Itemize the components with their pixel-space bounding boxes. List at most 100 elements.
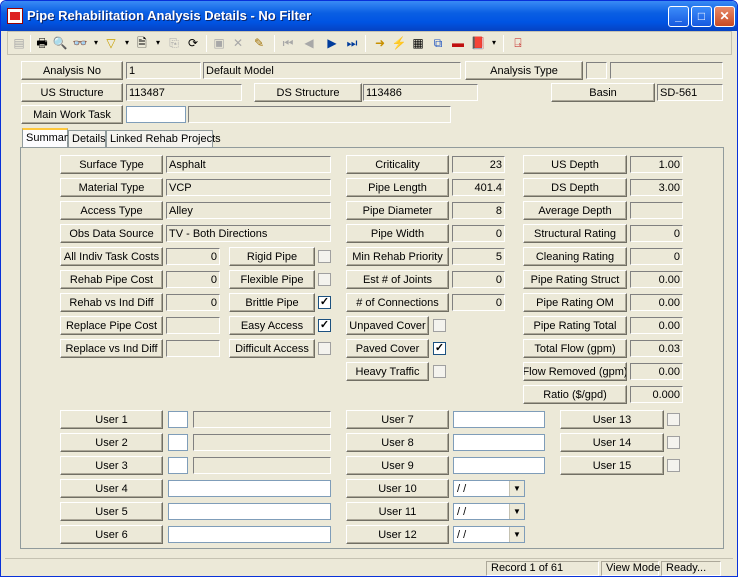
us-structure-field[interactable]: 113487: [126, 84, 242, 101]
user-11-date-select[interactable]: / / ▼: [453, 503, 525, 520]
brittle-pipe-button[interactable]: Brittle Pipe: [229, 293, 315, 312]
lightning-icon[interactable]: ⚡: [391, 35, 407, 51]
paved-cover-button[interactable]: Paved Cover: [346, 339, 429, 358]
user-15-checkbox[interactable]: [667, 459, 680, 472]
pipe-length-field[interactable]: 401.4: [452, 179, 505, 196]
network-icon[interactable]: ⧉: [430, 35, 446, 51]
ds-structure-field[interactable]: 113486: [363, 84, 478, 101]
main-work-task-field[interactable]: [126, 106, 186, 123]
user-5-button[interactable]: User 5: [60, 502, 163, 521]
rehab-pipe-cost-button[interactable]: Rehab Pipe Cost: [60, 270, 163, 289]
user-8-button[interactable]: User 8: [346, 433, 449, 452]
connections-button[interactable]: # of Connections: [346, 293, 449, 312]
user-13-checkbox[interactable]: [667, 413, 680, 426]
flexible-pipe-button[interactable]: Flexible Pipe: [229, 270, 315, 289]
criticality-field[interactable]: 23: [452, 156, 505, 173]
save-icon[interactable]: ▣: [211, 35, 227, 51]
rigid-pipe-button[interactable]: Rigid Pipe: [229, 247, 315, 266]
est-joints-button[interactable]: Est # of Joints: [346, 270, 449, 289]
brittle-pipe-checkbox[interactable]: ✓: [318, 296, 331, 309]
user-4-button[interactable]: User 4: [60, 479, 163, 498]
user-3-button[interactable]: User 3: [60, 456, 163, 475]
ratio-field[interactable]: 0.000: [630, 386, 683, 403]
ds-depth-field[interactable]: 3.00: [630, 179, 683, 196]
us-depth-button[interactable]: US Depth: [523, 155, 627, 174]
close-button[interactable]: ✕: [714, 6, 735, 27]
chevron-down-icon[interactable]: ▼: [509, 527, 524, 542]
unpaved-cover-button[interactable]: Unpaved Cover: [346, 316, 429, 335]
analysis-no-field[interactable]: 1: [126, 62, 201, 79]
cleaning-rating-field[interactable]: 0: [630, 248, 683, 265]
access-type-field[interactable]: Alley: [166, 202, 331, 219]
pipe-rating-struct-button[interactable]: Pipe Rating Struct: [523, 270, 627, 289]
unpaved-cover-checkbox[interactable]: [433, 319, 446, 332]
user-2-code-field[interactable]: [168, 434, 188, 451]
user-6-field[interactable]: [168, 526, 331, 543]
user-13-button[interactable]: User 13: [560, 410, 664, 429]
user-8-field[interactable]: [453, 434, 545, 451]
main-work-task-button[interactable]: Main Work Task: [21, 105, 123, 124]
pipe-rating-total-field[interactable]: 0.00: [630, 317, 683, 334]
user-10-date-select[interactable]: / / ▼: [453, 480, 525, 497]
model-field[interactable]: Default Model: [203, 62, 461, 79]
rehab-vs-ind-diff-button[interactable]: Rehab vs Ind Diff: [60, 293, 163, 312]
pipe-rating-struct-field[interactable]: 0.00: [630, 271, 683, 288]
obs-data-source-button[interactable]: Obs Data Source: [60, 224, 163, 243]
user-6-button[interactable]: User 6: [60, 525, 163, 544]
last-record-icon[interactable]: ⏭: [344, 35, 360, 51]
user-14-checkbox[interactable]: [667, 436, 680, 449]
access-type-button[interactable]: Access Type: [60, 201, 163, 220]
connections-field[interactable]: 0: [452, 294, 505, 311]
tab-details[interactable]: Details: [68, 130, 106, 148]
all-indiv-task-costs-button[interactable]: All Indiv Task Costs: [60, 247, 163, 266]
total-flow-button[interactable]: Total Flow (gpm): [523, 339, 627, 358]
difficult-access-checkbox[interactable]: [318, 342, 331, 355]
heavy-traffic-checkbox[interactable]: [433, 365, 446, 378]
pipe-diameter-field[interactable]: 8: [452, 202, 505, 219]
structural-rating-button[interactable]: Structural Rating: [523, 224, 627, 243]
rehab-pipe-cost-field[interactable]: 0: [166, 271, 220, 288]
copy-icon[interactable]: ⎘: [166, 35, 182, 51]
user-1-desc-field[interactable]: [193, 411, 331, 428]
rigid-pipe-checkbox[interactable]: [318, 250, 331, 263]
exit-icon[interactable]: ⍈: [510, 35, 526, 51]
min-rehab-priority-field[interactable]: 5: [452, 248, 505, 265]
chevron-down-icon[interactable]: ▼: [509, 481, 524, 496]
average-depth-field[interactable]: [630, 202, 683, 219]
material-type-button[interactable]: Material Type: [60, 178, 163, 197]
basin-button[interactable]: Basin: [551, 83, 655, 102]
all-indiv-task-costs-field[interactable]: 0: [166, 248, 220, 265]
user-2-button[interactable]: User 2: [60, 433, 163, 452]
book-icon[interactable]: 📕: [470, 35, 486, 51]
user-1-code-field[interactable]: [168, 411, 188, 428]
pipe-width-button[interactable]: Pipe Width: [346, 224, 449, 243]
maximize-button[interactable]: □: [691, 6, 712, 27]
pipe-length-button[interactable]: Pipe Length: [346, 178, 449, 197]
us-structure-button[interactable]: US Structure: [21, 83, 123, 102]
min-rehab-priority-button[interactable]: Min Rehab Priority: [346, 247, 449, 266]
user-11-button[interactable]: User 11: [346, 502, 449, 521]
cleaning-rating-button[interactable]: Cleaning Rating: [523, 247, 627, 266]
heavy-traffic-button[interactable]: Heavy Traffic: [346, 362, 429, 381]
replace-pipe-cost-field[interactable]: [166, 317, 220, 334]
est-joints-field[interactable]: 0: [452, 271, 505, 288]
goto-arrow-icon[interactable]: ➜: [372, 35, 388, 51]
user-1-button[interactable]: User 1: [60, 410, 163, 429]
user-2-desc-field[interactable]: [193, 434, 331, 451]
us-depth-field[interactable]: 1.00: [630, 156, 683, 173]
replace-vs-ind-diff-field[interactable]: [166, 340, 220, 357]
material-type-field[interactable]: VCP: [166, 179, 331, 196]
user-9-field[interactable]: [453, 457, 545, 474]
flow-removed-button[interactable]: Flow Removed (gpm): [523, 362, 627, 381]
obs-data-source-field[interactable]: TV - Both Directions: [166, 225, 331, 242]
user-4-field[interactable]: [168, 480, 331, 497]
minimize-button[interactable]: _: [668, 6, 689, 27]
pipe-rating-om-button[interactable]: Pipe Rating OM: [523, 293, 627, 312]
paved-cover-checkbox[interactable]: ✓: [433, 342, 446, 355]
report-dropdown-icon[interactable]: ▾: [150, 35, 166, 51]
average-depth-button[interactable]: Average Depth: [523, 201, 627, 220]
title-bar[interactable]: Pipe Rehabilitation Analysis Details - N…: [1, 1, 737, 31]
book-dropdown-icon[interactable]: ▾: [486, 35, 502, 51]
refresh-icon[interactable]: ⟳: [185, 35, 201, 51]
filter-icon[interactable]: ▽: [103, 35, 119, 51]
